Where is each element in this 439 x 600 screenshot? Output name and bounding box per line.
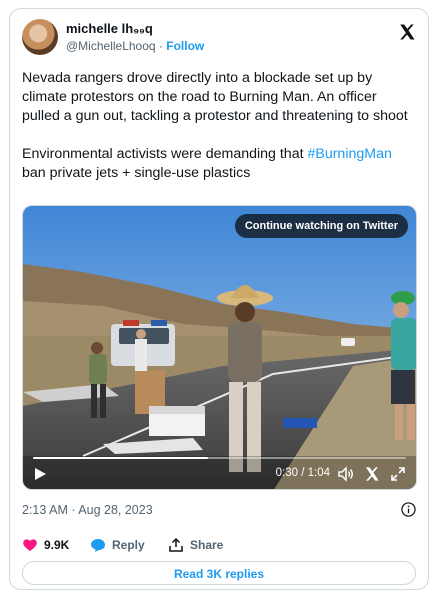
x-logo-icon[interactable] bbox=[364, 466, 380, 482]
share-label: Share bbox=[190, 538, 224, 552]
share-icon bbox=[169, 537, 183, 552]
author-block: michelle lh₉₉q @MichelleLhooq · Follow bbox=[66, 21, 204, 54]
avatar[interactable] bbox=[22, 19, 58, 55]
tweet-paragraph-2-suffix: ban private jets + single-use plastics bbox=[22, 165, 251, 181]
reply-label: Reply bbox=[112, 538, 145, 552]
x-logo-icon[interactable] bbox=[398, 23, 416, 41]
tweet-text: Nevada rangers drove directly into a blo… bbox=[22, 69, 418, 183]
like-button[interactable]: 9.9K bbox=[22, 535, 69, 555]
reply-button[interactable]: Reply bbox=[90, 535, 145, 555]
continue-watching-button[interactable]: Continue watching on Twitter bbox=[234, 214, 408, 238]
tweet-paragraph-2-prefix: Environmental activists were demanding t… bbox=[22, 146, 308, 162]
author-handle[interactable]: @MichelleLhooq bbox=[66, 39, 156, 53]
like-count: 9.9K bbox=[44, 538, 70, 552]
info-icon[interactable] bbox=[401, 502, 416, 517]
fullscreen-icon[interactable] bbox=[390, 466, 406, 482]
reply-bubble-icon bbox=[91, 539, 105, 552]
tweet-header: michelle lh₉₉q @MichelleLhooq · Follow bbox=[22, 19, 416, 59]
share-button[interactable]: Share bbox=[168, 535, 223, 555]
tweet-paragraph-1: Nevada rangers drove directly into a blo… bbox=[22, 70, 408, 124]
video-player[interactable]: Continue watching on Twitter 0:30 / 1:04 bbox=[22, 205, 417, 490]
author-handle-row: @MichelleLhooq · Follow bbox=[66, 38, 204, 54]
follow-button[interactable]: Follow bbox=[166, 39, 204, 53]
video-controls: 0:30 / 1:04 bbox=[23, 455, 416, 489]
separator-dot: · bbox=[158, 39, 163, 53]
author-display-name[interactable]: michelle lh₉₉q bbox=[66, 21, 204, 37]
read-replies-button[interactable]: Read 3K replies bbox=[22, 561, 416, 585]
tweet-paragraph-2: Environmental activists were demanding t… bbox=[22, 145, 418, 183]
video-frame bbox=[23, 206, 416, 489]
play-icon[interactable] bbox=[33, 467, 47, 481]
volume-icon[interactable] bbox=[338, 466, 354, 482]
heart-icon bbox=[23, 539, 37, 551]
video-progress-bar[interactable] bbox=[33, 457, 406, 459]
video-time: 0:30 / 1:04 bbox=[275, 467, 330, 479]
hashtag-link[interactable]: #BurningMan bbox=[307, 146, 391, 162]
tweet-card: michelle lh₉₉q @MichelleLhooq · Follow N… bbox=[9, 8, 429, 590]
tweet-timestamp[interactable]: 2:13 AM · Aug 28, 2023 bbox=[22, 503, 153, 517]
video-progress-fill bbox=[33, 457, 209, 459]
